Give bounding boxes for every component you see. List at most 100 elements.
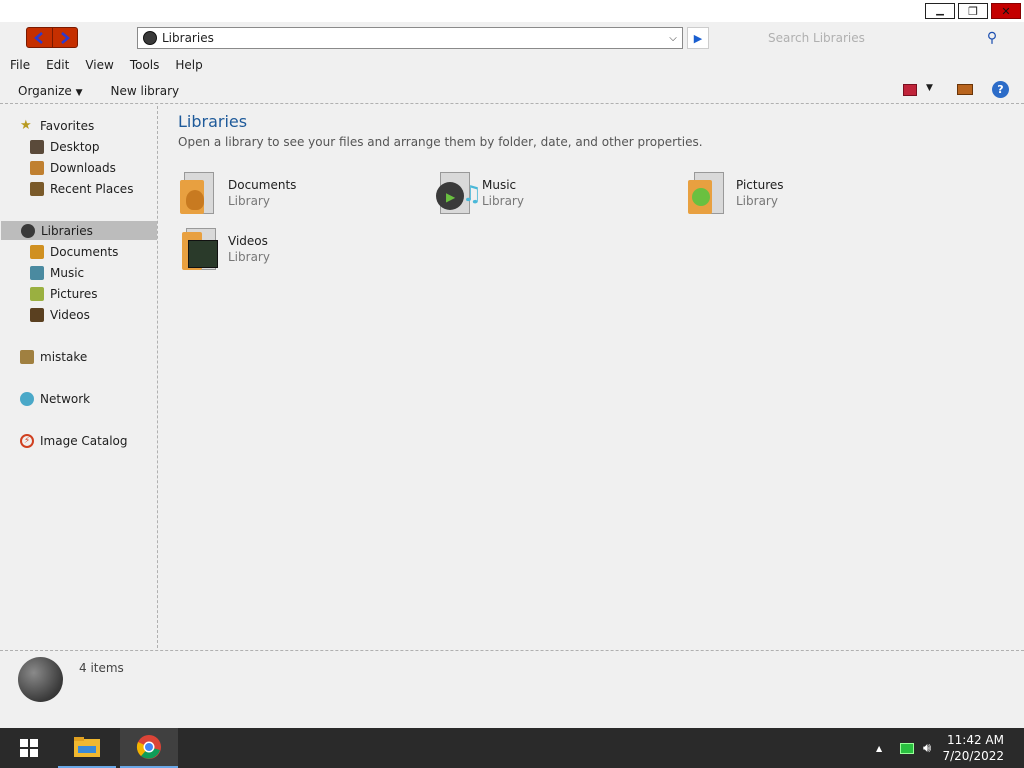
view-options-icon[interactable] (903, 84, 917, 96)
videos-library-icon (180, 226, 220, 272)
nav-pictures-label: Pictures (50, 286, 98, 301)
search-icon[interactable]: ⚲ (982, 30, 1002, 46)
network-tray-icon[interactable] (900, 728, 914, 768)
documents-library-icon (180, 170, 220, 216)
library-pictures[interactable]: Pictures Library (688, 170, 918, 220)
start-button[interactable] (0, 728, 58, 768)
forward-arrow-icon (60, 31, 70, 44)
folder-icon (74, 737, 100, 757)
library-videos[interactable]: Videos Library (180, 226, 410, 276)
videos-icon (30, 307, 44, 322)
volume-tray-icon[interactable]: 🔊︎ (923, 728, 931, 768)
nav-network[interactable]: Network (20, 389, 90, 408)
nav-music[interactable]: Music (30, 263, 84, 282)
back-button[interactable] (27, 28, 53, 47)
menu-file[interactable]: File (10, 58, 30, 72)
library-type: Library (228, 250, 270, 264)
view-chevron-down-icon[interactable]: ▼ (926, 83, 933, 93)
taskbar: ▲ 🔊︎ 11:42 AM 7/20/2022 (0, 728, 1024, 768)
library-type: Library (228, 194, 270, 208)
maximize-button[interactable]: ❐ (958, 3, 988, 19)
nav-downloads-label: Downloads (50, 160, 116, 175)
preview-pane-icon[interactable] (957, 84, 973, 95)
windows-logo-icon (20, 739, 38, 757)
nav-videos-label: Videos (50, 307, 90, 322)
nav-mistake-label: mistake (40, 349, 88, 364)
details-pane: 4 items (0, 650, 1024, 708)
nav-pictures[interactable]: Pictures (30, 284, 98, 303)
help-icon[interactable]: ? (992, 81, 1009, 98)
go-button[interactable]: ▶ (687, 27, 709, 49)
library-name: Music (482, 178, 517, 192)
library-music[interactable]: ▶ ♫ Music Library (434, 170, 664, 220)
menu-view[interactable]: View (85, 58, 113, 72)
pictures-icon (30, 286, 44, 301)
menu-bar: File Edit View Tools Help (0, 54, 1024, 76)
navigation-pane: ★ Favorites Desktop Downloads Recent Plac… (0, 106, 158, 648)
nav-recent-places-label: Recent Places (50, 181, 134, 196)
caret-down-icon: ▼ (75, 87, 83, 98)
clock-date: 7/20/2022 (942, 749, 1004, 763)
search-box[interactable]: ⚲ (758, 27, 1002, 49)
minimize-button[interactable]: ▁ (925, 3, 955, 19)
speaker-icon: 🔊︎ (923, 740, 932, 756)
nav-image-catalog[interactable]: ⚡ Image Catalog (20, 431, 127, 450)
nav-recent-places[interactable]: Recent Places (30, 179, 133, 198)
libraries-icon (18, 657, 63, 702)
nav-libraries[interactable]: Libraries (1, 221, 157, 240)
menu-tools[interactable]: Tools (130, 58, 160, 72)
library-type: Library (736, 194, 778, 208)
nav-libraries-label: Libraries (41, 223, 93, 238)
close-button[interactable]: ✕ (991, 3, 1021, 19)
organize-button[interactable]: Organize ▼ (18, 84, 83, 98)
nav-desktop[interactable]: Desktop (30, 137, 100, 156)
library-documents[interactable]: Documents Library (180, 170, 410, 220)
library-name: Documents (228, 178, 297, 192)
organize-label: Organize (18, 83, 72, 98)
lightning-icon: ⚡ (20, 433, 34, 448)
caret-up-icon: ▲ (876, 743, 883, 753)
documents-icon (30, 244, 44, 259)
library-name: Pictures (736, 178, 784, 192)
nav-videos[interactable]: Videos (30, 305, 90, 324)
taskbar-chrome[interactable] (120, 728, 178, 768)
minimize-icon: ▁ (936, 5, 944, 16)
close-icon: ✕ (1001, 4, 1011, 18)
nav-documents[interactable]: Documents (30, 242, 118, 261)
music-icon (30, 265, 44, 280)
nav-favorites[interactable]: ★ Favorites (20, 116, 94, 135)
show-hidden-icons[interactable]: ▲ (876, 728, 882, 768)
explorer-window: ▁ ❐ ✕ Libraries ⌵ ▶ ⚲ File Edit View Too… (0, 0, 1024, 728)
nav-image-catalog-label: Image Catalog (40, 433, 128, 448)
library-type: Library (482, 194, 524, 208)
nav-music-label: Music (50, 265, 85, 280)
downloads-icon (30, 160, 44, 175)
search-input[interactable] (758, 31, 982, 45)
star-icon: ★ (20, 117, 32, 133)
content-pane: Libraries Open a library to see your fil… (158, 106, 1024, 648)
menu-edit[interactable]: Edit (46, 58, 69, 72)
nav-desktop-label: Desktop (50, 139, 100, 154)
page-title: Libraries (178, 112, 248, 131)
recent-places-icon (30, 181, 44, 196)
restore-icon: ❐ (968, 4, 978, 18)
nav-favorites-label: Favorites (40, 118, 95, 133)
nav-downloads[interactable]: Downloads (30, 158, 116, 177)
forward-button[interactable] (53, 28, 78, 47)
clock[interactable]: 11:42 AM 7/20/2022 (942, 732, 1004, 764)
address-value[interactable]: Libraries (162, 31, 664, 45)
libraries-icon (143, 31, 157, 45)
libraries-icon (21, 223, 35, 238)
new-library-button[interactable]: New library (111, 84, 180, 98)
library-name: Videos (228, 234, 268, 248)
address-bar[interactable]: Libraries ⌵ (137, 27, 683, 49)
nav-mistake[interactable]: mistake (20, 347, 87, 366)
taskbar-file-explorer[interactable] (58, 728, 116, 768)
command-bar: Organize ▼ New library ▼ ? (0, 78, 1024, 104)
network-icon (20, 391, 34, 406)
chevron-down-icon[interactable]: ⌵ (664, 33, 682, 44)
back-arrow-icon (34, 31, 44, 44)
pictures-library-icon (688, 170, 728, 216)
play-arrow-icon: ▶ (693, 31, 703, 45)
menu-help[interactable]: Help (175, 58, 202, 72)
